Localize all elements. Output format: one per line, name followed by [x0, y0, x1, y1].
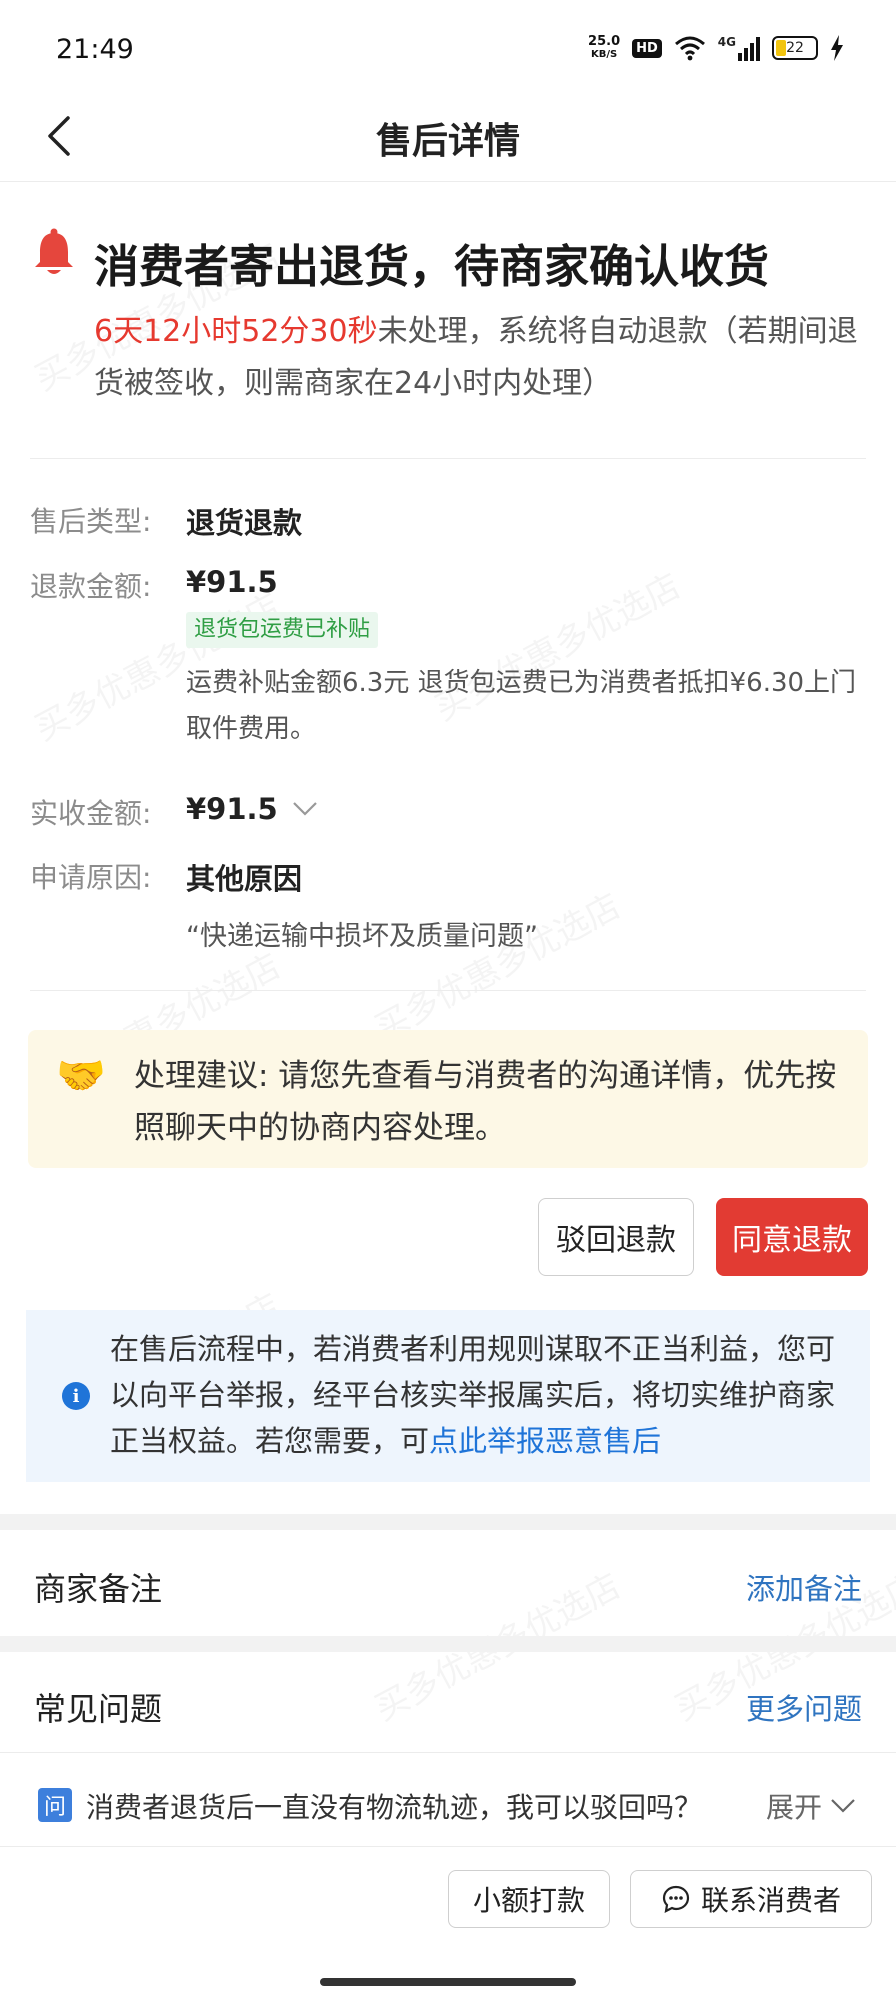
- section-gap: [0, 1636, 896, 1652]
- refund-note: 运费补贴金额6.3元 退货包运费已为消费者抵扣¥6.30上门取件费用。: [186, 668, 857, 744]
- battery-icon: 22: [772, 36, 818, 60]
- reason-value: 其他原因: [186, 862, 303, 896]
- faq-question[interactable]: 消费者退货后一直没有物流轨迹，我可以驳回吗？: [86, 1786, 702, 1826]
- received-amount-value: ¥91.5: [186, 792, 278, 826]
- faq-title: 常见问题: [34, 1690, 163, 1728]
- report-link[interactable]: 点此举报恶意售后: [429, 1424, 661, 1458]
- chevron-down-icon: [831, 1799, 855, 1813]
- faq-expand-toggle[interactable]: 展开: [766, 1786, 856, 1826]
- received-amount-toggle[interactable]: ¥91.5: [186, 792, 318, 826]
- refund-amount-label: 退款金额:: [30, 570, 152, 603]
- status-headline: 消费者寄出退货，待商家确认收货: [94, 240, 770, 293]
- reason-label: 申请原因:: [30, 861, 152, 894]
- hd-icon: HD: [632, 38, 662, 58]
- divider: [30, 458, 866, 459]
- aftersale-type-label: 售后类型:: [30, 505, 152, 538]
- handshake-icon: 🤝: [56, 1053, 106, 1099]
- status-description: 6天12小时52分30秒未处理，系统将自动退款（若期间退货被签收，则需商家在24…: [94, 314, 858, 401]
- small-payment-button[interactable]: 小额打款: [448, 1870, 610, 1928]
- wifi-icon: [674, 36, 705, 61]
- home-indicator[interactable]: [320, 1978, 576, 1986]
- aftersale-type-value: 退货退款: [186, 506, 303, 540]
- contact-consumer-button[interactable]: 联系消费者: [630, 1870, 872, 1928]
- page-title: 售后详情: [375, 121, 520, 162]
- divider: [0, 1752, 896, 1753]
- divider: [30, 990, 866, 991]
- status-time: 21:49: [56, 34, 134, 65]
- network-speed: 25.0 KB/S: [588, 34, 621, 60]
- reason-quote: “快递运输中损坏及质量问题”: [186, 921, 538, 952]
- status-icons: 25.0 KB/S HD 4G 22: [588, 30, 844, 66]
- merchant-note-title: 商家备注: [34, 1570, 163, 1608]
- report-info-text: 在售后流程中，若消费者利用规则谋取不正当利益，您可以向平台举报，经平台核实举报属…: [110, 1332, 836, 1458]
- more-questions-link[interactable]: 更多问题: [746, 1686, 862, 1728]
- received-amount-label: 实收金额:: [30, 797, 152, 830]
- countdown-timer: 6天12小时52分30秒: [94, 314, 378, 349]
- reject-refund-button[interactable]: 驳回退款: [538, 1198, 694, 1276]
- add-note-link[interactable]: 添加备注: [746, 1566, 862, 1608]
- section-gap: [0, 1514, 896, 1530]
- agree-refund-button[interactable]: 同意退款: [716, 1198, 868, 1276]
- refund-amount-value: ¥91.5: [186, 565, 278, 599]
- suggestion-text: 处理建议: 请您先查看与消费者的沟通详情，优先按照聊天中的协商内容处理。: [134, 1058, 837, 1146]
- chat-icon: [662, 1885, 690, 1913]
- chevron-down-icon: [292, 802, 317, 816]
- watermark: 买多优惠多优选店: [364, 879, 627, 1050]
- shipping-subsidy-tag: 退货包运费已补贴: [186, 612, 379, 648]
- question-icon: 问: [38, 1788, 72, 1822]
- bell-icon: [35, 228, 73, 274]
- signal-icon: 4G: [718, 35, 760, 61]
- divider: [0, 1846, 896, 1847]
- charging-icon: [831, 35, 843, 61]
- info-icon: i: [62, 1382, 90, 1410]
